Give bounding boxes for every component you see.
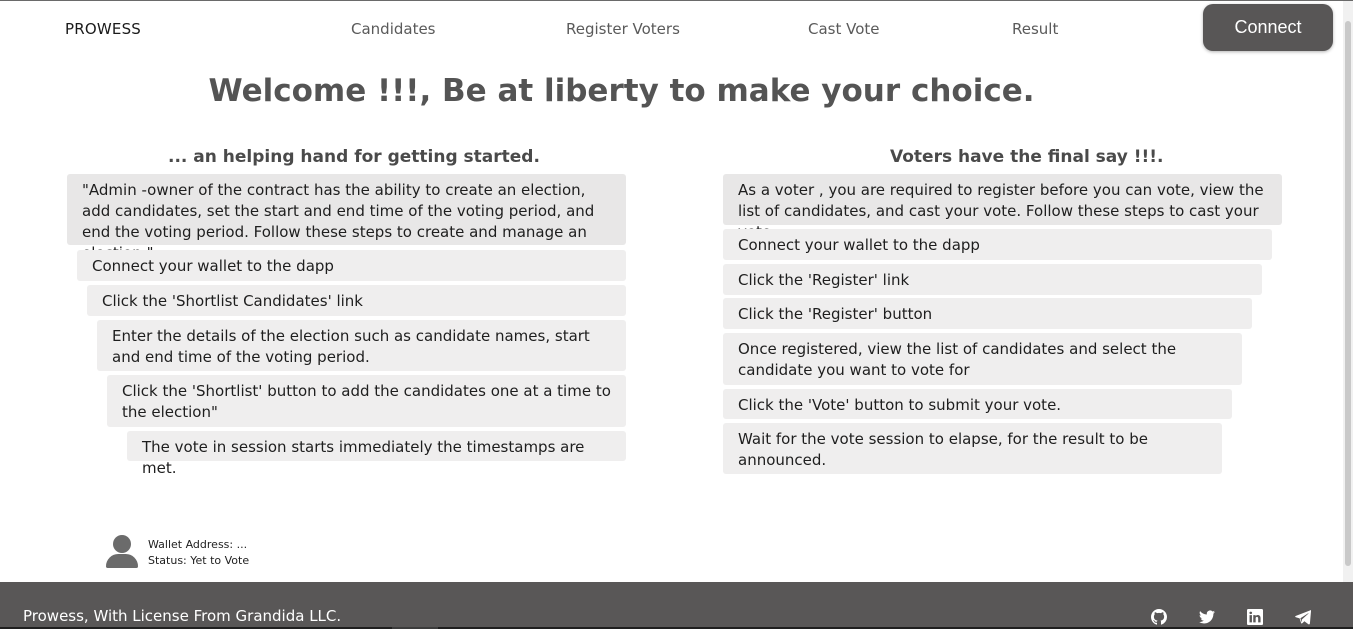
- github-icon[interactable]: [1151, 609, 1167, 625]
- scrollbar-thumb[interactable]: [1345, 21, 1351, 566]
- linkedin-icon[interactable]: [1247, 609, 1263, 625]
- footer: Prowess, With License From Grandida LLC.: [0, 582, 1353, 629]
- nav-register-voters[interactable]: Register Voters: [566, 20, 680, 38]
- admin-step-3: Enter the details of the election such a…: [97, 320, 626, 371]
- voter-section-title: Voters have the final say !!!.: [890, 147, 1164, 167]
- welcome-heading: Welcome !!!, Be at liberty to make your …: [208, 73, 1035, 109]
- admin-step-2: Click the 'Shortlist Candidates' link: [87, 285, 626, 316]
- vote-status: Status: Yet to Vote: [148, 554, 250, 567]
- nav-result[interactable]: Result: [1012, 20, 1058, 38]
- twitter-icon[interactable]: [1199, 609, 1215, 625]
- footer-license-text: Prowess, With License From Grandida LLC.: [23, 607, 342, 625]
- user-status-block: Wallet Address: ... Status: Yet to Vote: [148, 537, 249, 569]
- brand-logo[interactable]: PROWESS: [65, 20, 141, 38]
- voter-intro-card: As a voter , you are required to registe…: [723, 174, 1282, 241]
- admin-intro-card: "Admin -owner of the contract has the ab…: [67, 174, 626, 262]
- admin-section-title: ... an helping hand for getting started.: [168, 147, 540, 167]
- voter-step-2: Click the 'Register' link: [723, 264, 1262, 295]
- admin-step-4: Click the 'Shortlist' button to add the …: [107, 375, 626, 427]
- top-nav: PROWESS Candidates Register Voters Cast …: [0, 1, 1353, 57]
- connect-button[interactable]: Connect: [1203, 4, 1333, 51]
- voter-step-1: Connect your wallet to the dapp: [723, 229, 1272, 260]
- user-avatar-icon: [105, 535, 139, 569]
- nav-candidates[interactable]: Candidates: [351, 20, 436, 38]
- voter-step-4: Once registered, view the list of candid…: [723, 333, 1242, 385]
- voter-step-3: Click the 'Register' button: [723, 298, 1252, 329]
- voter-step-5: Click the 'Vote' button to submit your v…: [723, 389, 1232, 419]
- admin-step-5: The vote in session starts immediately t…: [127, 431, 626, 477]
- voter-step-6: Wait for the vote session to elapse, for…: [723, 423, 1222, 474]
- nav-cast-vote[interactable]: Cast Vote: [808, 20, 880, 38]
- wallet-address: Wallet Address: ...: [148, 538, 248, 551]
- telegram-icon[interactable]: [1295, 609, 1311, 625]
- admin-step-1: Connect your wallet to the dapp: [77, 250, 626, 281]
